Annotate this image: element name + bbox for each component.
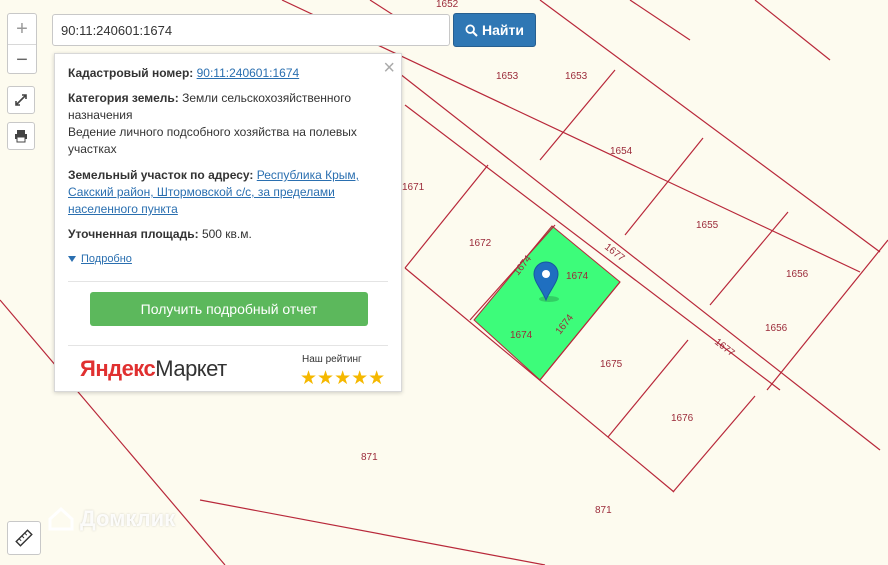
parcel-label: 1674 (566, 271, 589, 282)
details-toggle[interactable]: Подробно (68, 253, 132, 265)
zoom-out-button[interactable]: − (8, 45, 36, 75)
area-value: 500 кв.м. (201, 227, 252, 241)
parcel-label: 1654 (610, 146, 633, 157)
get-report-button[interactable]: Получить подробный отчет (90, 292, 368, 326)
parcel-label: 1656 (786, 269, 809, 280)
parcel-label: 1675 (600, 359, 623, 370)
parcel-label: 1652 (436, 0, 459, 10)
rating-stars: ★★★★★ (300, 368, 386, 389)
search-button-label: Найти (482, 22, 524, 38)
ruler-icon (15, 529, 33, 547)
yandex-market-logo[interactable]: ЯндексМаркет (80, 356, 227, 382)
area-label: Уточненная площадь: (68, 227, 199, 241)
cadastral-number-label: Кадастровый номер: (68, 66, 194, 80)
print-button[interactable] (7, 122, 35, 150)
divider (68, 281, 388, 282)
printer-icon (15, 130, 27, 143)
parcel-label: 1653 (565, 71, 588, 82)
land-use-value: Ведение личного подсобного хозяйства на … (68, 125, 357, 156)
parcel-label: 871 (361, 452, 378, 463)
parcel-label: 1656 (765, 323, 788, 334)
search-input[interactable] (52, 14, 450, 46)
domclick-watermark: Домклик (48, 506, 175, 532)
fullscreen-button[interactable] (7, 86, 35, 114)
ruler-button[interactable] (7, 521, 41, 555)
caret-down-icon (68, 256, 76, 263)
divider (68, 345, 388, 346)
expand-icon (15, 94, 27, 106)
address-label: Земельный участок по адресу: (68, 168, 254, 182)
cadastral-number-link[interactable]: 90:11:240601:1674 (197, 66, 300, 80)
zoom-in-button[interactable]: + (8, 14, 36, 45)
parcel-label: 1672 (469, 238, 492, 249)
parcel-label: 1655 (696, 220, 719, 231)
land-category-label: Категория земель: (68, 91, 179, 105)
search-button[interactable]: Найти (453, 13, 536, 47)
close-icon[interactable]: × (383, 58, 395, 78)
rating-label: Наш рейтинг (302, 354, 362, 365)
search-icon (465, 23, 478, 37)
details-label: Подробно (81, 253, 132, 265)
parcel-label: 1674 (510, 330, 533, 341)
zoom-control: + − (7, 13, 37, 74)
parcel-label: 1671 (402, 182, 425, 193)
house-icon (48, 507, 74, 531)
parcel-info-popup: × Кадастровый номер: 90:11:240601:1674 К… (54, 53, 402, 392)
parcel-label: 871 (595, 505, 612, 516)
parcel-label: 1676 (671, 413, 694, 424)
parcel-label: 1653 (496, 71, 519, 82)
